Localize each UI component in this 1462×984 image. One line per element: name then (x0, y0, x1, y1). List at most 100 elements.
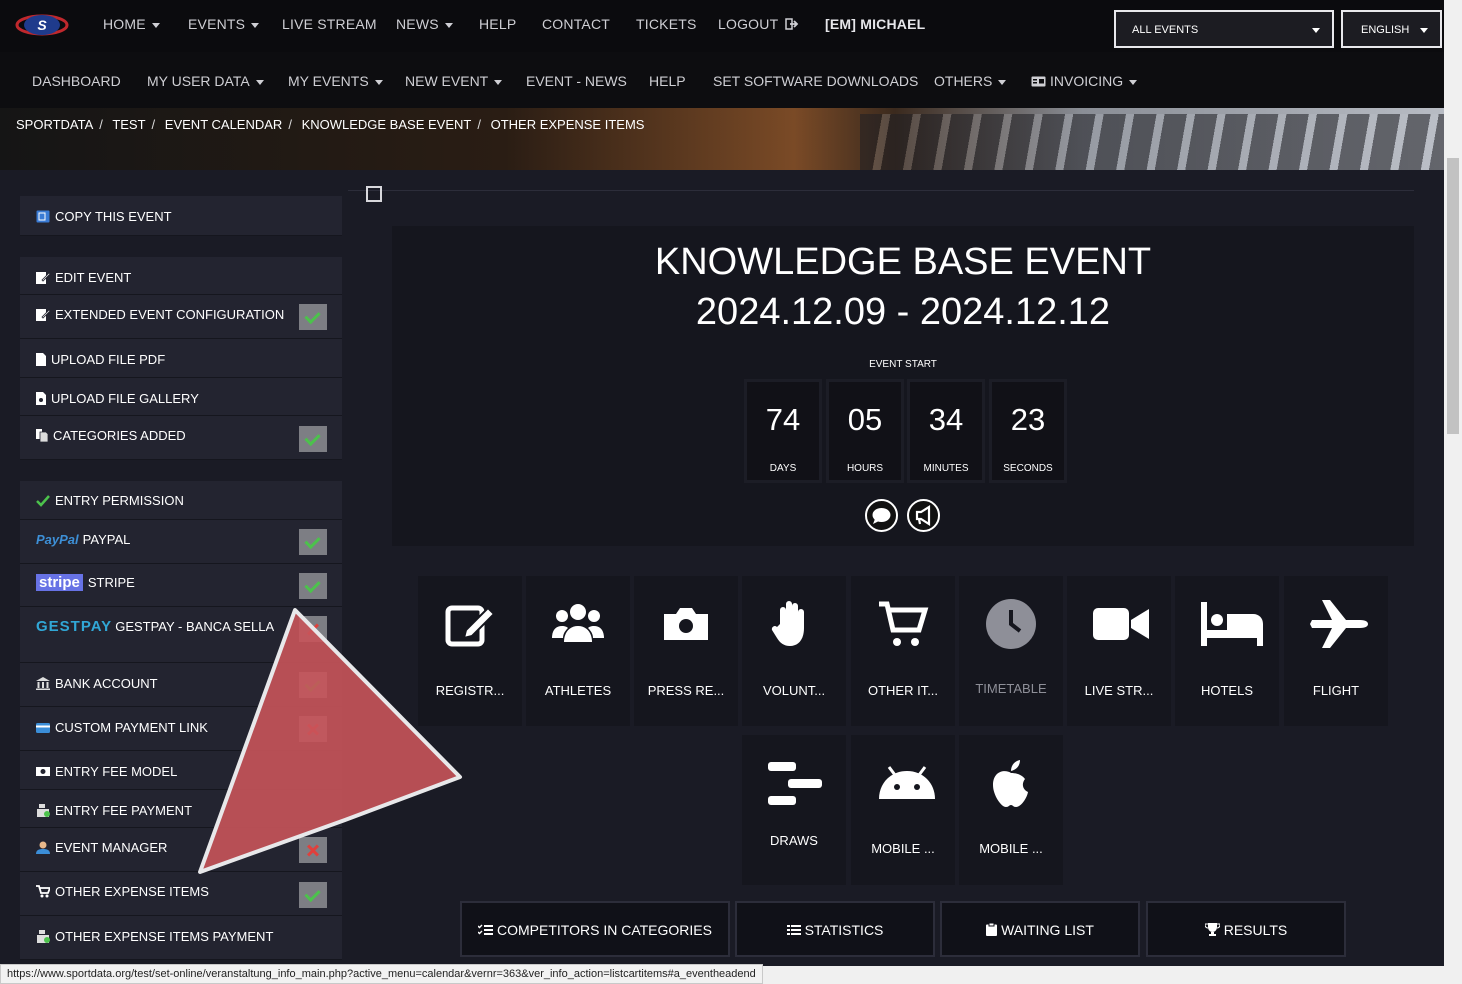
sidebar-item-upload-gallery[interactable]: UPLOAD FILE GALLERY (20, 378, 342, 416)
button-label: COMPETITORS IN CATEGORIES (497, 922, 712, 938)
all-events-select[interactable]: ALL EVENTS (1114, 10, 1334, 48)
plane-icon (1310, 600, 1368, 648)
countdown-days-label: DAYS (769, 463, 797, 474)
nav-live-stream[interactable]: LIVE STREAM (282, 16, 377, 32)
sidebar-item-paypal[interactable]: PayPal PAYPAL (20, 520, 342, 564)
vertical-scrollbar[interactable] (1444, 0, 1462, 966)
nav-user[interactable]: [EM] MICHAEL (825, 16, 925, 32)
apple-icon (993, 760, 1028, 807)
sidebar-label: EVENT MANAGER (55, 840, 168, 855)
tile-label: OTHER IT... (867, 683, 939, 698)
cart-icon (879, 601, 929, 646)
nav-others[interactable]: OTHERS (934, 73, 1007, 89)
chevron-down-icon (494, 79, 503, 85)
status-ok-icon (299, 882, 327, 908)
chevron-down-icon (998, 79, 1007, 85)
sidebar-item-event-manager[interactable]: EVENT MANAGER (20, 828, 342, 872)
tile-volunteers[interactable]: VOLUNT... (742, 576, 846, 726)
sidebar-item-entry-permission[interactable]: ENTRY PERMISSION (20, 481, 342, 520)
list-icon (786, 925, 801, 935)
sidebar-item-custom-payment-link[interactable]: CUSTOM PAYMENT LINK (20, 707, 342, 751)
sidebar-item-copy-event[interactable]: COPY THIS EVENT (20, 196, 342, 236)
tile-mobile-android[interactable]: MOBILE ... (851, 735, 955, 885)
pdf-file-icon (36, 353, 46, 366)
tile-draws[interactable]: DRAWS (742, 735, 846, 885)
chat-button[interactable] (865, 499, 898, 532)
nav-invoicing[interactable]: INVOICING (1031, 73, 1138, 89)
announcement-button[interactable] (907, 499, 940, 532)
sidebar-label: UPLOAD FILE GALLERY (51, 391, 199, 406)
tile-hotels[interactable]: HOTELS (1175, 576, 1279, 726)
competitors-in-categories-button[interactable]: COMPETITORS IN CATEGORIES (460, 901, 730, 957)
tile-flight[interactable]: FLIGHT (1284, 576, 1388, 726)
breadcrumb-event-calendar[interactable]: EVENT CALENDAR (165, 117, 283, 132)
credit-card-icon (36, 723, 50, 733)
tile-label: MOBILE ... (871, 841, 935, 856)
cash-register-icon (37, 804, 50, 817)
nav-home[interactable]: HOME (103, 16, 160, 32)
money-icon (36, 767, 50, 776)
nav-news-label: NEWS (396, 16, 439, 32)
tile-label: ATHLETES (544, 683, 612, 698)
breadcrumb-event[interactable]: KNOWLEDGE BASE EVENT (302, 117, 472, 132)
nav-dashboard[interactable]: DASHBOARD (32, 73, 121, 89)
waiting-list-button[interactable]: WAITING LIST (940, 901, 1140, 957)
sidebar-item-upload-pdf[interactable]: UPLOAD FILE PDF (20, 339, 342, 378)
sidebar-item-categories-added[interactable]: CATEGORIES ADDED (20, 416, 342, 460)
cash-register-icon (37, 930, 50, 943)
nav-new-event[interactable]: NEW EVENT (405, 73, 503, 89)
sidebar-item-bank-account[interactable]: BANK ACCOUNT (20, 663, 342, 707)
nav-tickets[interactable]: TICKETS (636, 16, 697, 32)
select-checkbox[interactable] (366, 186, 382, 202)
sidebar-label: CATEGORIES ADDED (53, 428, 186, 443)
sidebar-item-entry-fee-payment[interactable]: ENTRY FEE PAYMENT (20, 790, 342, 828)
nav-my-user-data[interactable]: MY USER DATA (147, 73, 264, 89)
sidebar-label: STRIPE (87, 575, 135, 590)
video-icon (1093, 608, 1149, 640)
chevron-down-icon (251, 22, 260, 28)
nav-logout[interactable]: LOGOUT (718, 16, 799, 32)
tile-other-items[interactable]: OTHER IT... (851, 576, 955, 726)
sidebar-item-gestpay[interactable]: GESTPAY GESTPAY - BANCA SELLA (20, 607, 342, 663)
language-select[interactable]: ENGLISH (1341, 10, 1442, 48)
sidebar-item-entry-fee-model[interactable]: ENTRY FEE MODEL (20, 751, 342, 790)
sidebar-item-other-expense-items-payment[interactable]: OTHER EXPENSE ITEMS PAYMENT (20, 916, 342, 960)
sportdata-logo[interactable]: S (14, 10, 70, 40)
status-ok-icon (299, 426, 327, 452)
nav-home-label: HOME (103, 16, 146, 32)
results-button[interactable]: RESULTS (1146, 901, 1346, 957)
nav-news[interactable]: NEWS (396, 16, 453, 32)
nav-my-events[interactable]: MY EVENTS (288, 73, 383, 89)
scrollbar-thumb[interactable] (1447, 158, 1459, 434)
status-error-icon (299, 616, 327, 642)
tile-label: TIMETABLE (975, 681, 1047, 696)
breadcrumb-sportdata[interactable]: SPORTDATA (16, 117, 93, 132)
nav-contact[interactable]: CONTACT (542, 16, 610, 32)
bank-icon (36, 677, 50, 690)
status-ok-icon (299, 672, 327, 698)
image-file-icon (36, 392, 46, 405)
nav-event-news[interactable]: EVENT - NEWS (526, 73, 627, 89)
breadcrumb-test[interactable]: TEST (112, 117, 145, 132)
invoice-icon (1031, 76, 1046, 87)
sidebar-item-extended-config[interactable]: EXTENDED EVENT CONFIGURATION (20, 295, 342, 339)
tile-press[interactable]: PRESS RE... (634, 576, 738, 726)
nav-software-downloads[interactable]: SET SOFTWARE DOWNLOADS (713, 73, 918, 89)
nav-events[interactable]: EVENTS (188, 16, 260, 32)
nav-help[interactable]: HELP (479, 16, 516, 32)
sidebar-item-edit-event[interactable]: EDIT EVENT (20, 257, 342, 295)
sidebar-item-other-expense-items[interactable]: OTHER EXPENSE ITEMS (20, 872, 342, 916)
sidebar-item-stripe[interactable]: stripe STRIPE (20, 564, 342, 607)
tile-live-stream[interactable]: LIVE STR... (1067, 576, 1171, 726)
copy-icon (36, 210, 50, 223)
tile-registration[interactable]: REGISTR... (418, 576, 522, 726)
tile-timetable[interactable]: TIMETABLE (959, 576, 1063, 726)
tile-label: HOTELS (1200, 683, 1253, 698)
nav-sub-help[interactable]: HELP (649, 73, 686, 89)
tile-athletes[interactable]: ATHLETES (526, 576, 630, 726)
countdown-hours: 05 HOURS (829, 382, 901, 480)
statistics-button[interactable]: STATISTICS (735, 901, 935, 957)
nav-my-user-data-label: MY USER DATA (147, 73, 250, 89)
tile-mobile-ios[interactable]: MOBILE ... (959, 735, 1063, 885)
sidebar-label: ENTRY PERMISSION (55, 493, 184, 508)
